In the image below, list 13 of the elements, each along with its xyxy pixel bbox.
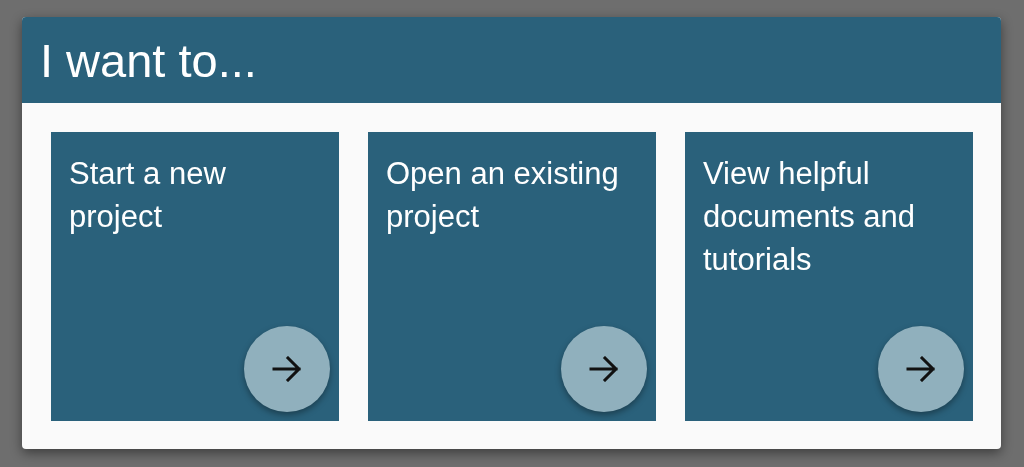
arrow-right-icon [589,356,619,382]
arrow-button[interactable] [878,326,964,412]
card-label: Open an existing project [386,155,620,236]
option-card[interactable]: View helpful documents and tutorials [685,132,973,421]
arrow-right-icon [906,356,936,382]
arrow-right-icon [272,356,302,382]
arrow-button[interactable] [561,326,647,412]
arrow-button[interactable] [244,326,330,412]
card-label: View helpful documents and tutorials [703,155,916,279]
card-label: Start a new project [69,155,227,236]
dialog-title: I want to... [40,32,257,88]
option-card[interactable]: Start a new project [51,132,339,421]
option-card[interactable]: Open an existing project [368,132,656,421]
